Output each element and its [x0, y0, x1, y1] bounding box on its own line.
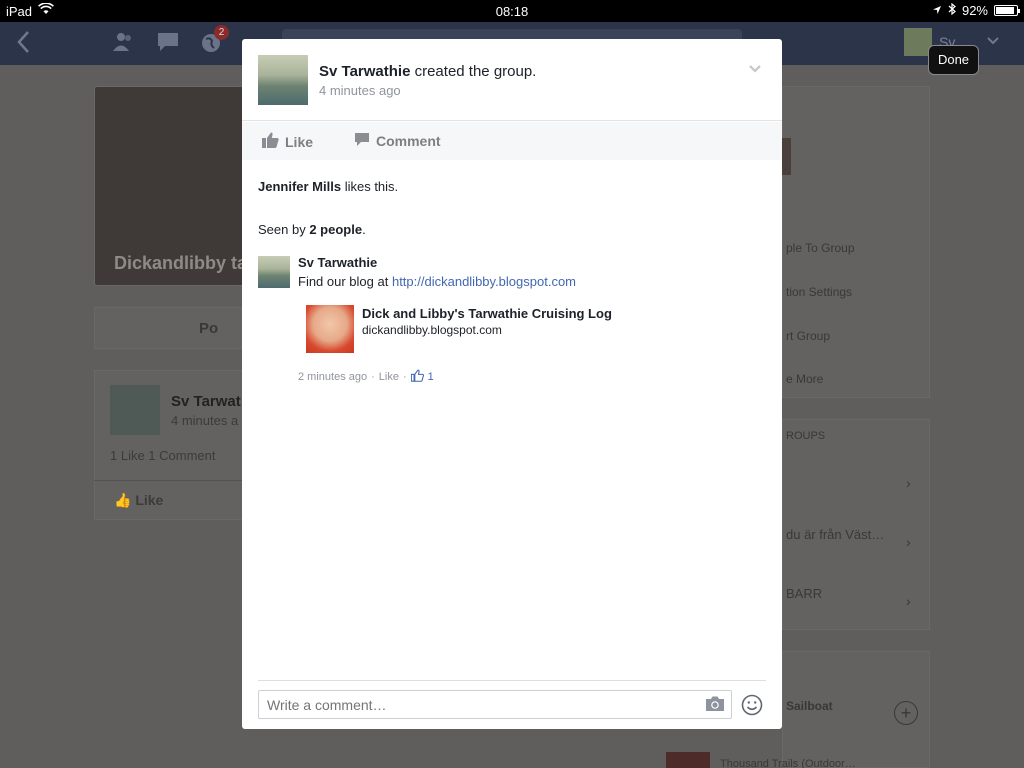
likes-suffix: likes this. — [344, 179, 399, 194]
sidebar-item[interactable]: tion Settings — [786, 285, 852, 299]
suggested-group[interactable]: Thousand Trails (Outdoor… — [720, 758, 856, 768]
author-avatar[interactable] — [258, 55, 308, 105]
clock: 08:18 — [495, 4, 529, 19]
groups-header: ROUPS — [786, 430, 826, 442]
comment-like-count[interactable]: 1 — [428, 371, 434, 383]
status-right: 92% — [932, 2, 1020, 18]
chevron-down-icon[interactable] — [748, 61, 762, 78]
post-action: created the group. — [414, 63, 537, 80]
commenter-name[interactable]: Sv Tarwathie — [298, 255, 377, 270]
post-detail-modal: Sv Tarwathie created the group. 4 minute… — [242, 39, 782, 729]
thumbs-up-icon: 👍 — [114, 492, 132, 508]
feed-counts: 1 Like 1 Comment — [110, 448, 216, 463]
chevron-down-icon[interactable] — [986, 30, 1000, 51]
chevron-right-icon[interactable]: › — [906, 593, 911, 609]
suggested-group-thumb — [666, 752, 710, 768]
status-bar: iPad 08:18 92% — [0, 0, 1024, 22]
chevron-right-icon[interactable]: › — [906, 534, 911, 550]
sidebar-thumb — [782, 138, 791, 175]
comment-time[interactable]: 2 minutes ago — [298, 371, 367, 383]
battery-icon — [994, 5, 1020, 16]
feed-like-label: Like — [135, 492, 164, 508]
comment-icon — [354, 132, 370, 150]
post-label: Po — [199, 320, 219, 337]
comment-text: Find our blog at http://dickandlibby.blo… — [298, 274, 576, 289]
seen-by: Seen by 2 people. — [258, 222, 366, 237]
group-row[interactable]: BARR — [786, 586, 822, 601]
author-name[interactable]: Sv Tarwathie — [319, 63, 410, 80]
back-chevron-icon[interactable] — [16, 30, 30, 61]
bluetooth-icon — [948, 2, 956, 18]
thumbs-up-icon — [262, 132, 279, 151]
sidebar-item[interactable]: rt Group — [786, 329, 830, 343]
divider — [94, 480, 244, 481]
like-button[interactable]: Like — [262, 132, 313, 151]
emoji-icon[interactable] — [741, 694, 763, 721]
comment-text-prefix: Find our blog at — [298, 274, 389, 289]
location-icon — [932, 3, 942, 18]
chevron-right-icon[interactable]: › — [906, 475, 911, 491]
post-header: Sv Tarwathie created the group. 4 minute… — [242, 39, 782, 121]
group-row[interactable]: du är från Väst… — [786, 527, 884, 542]
done-button[interactable]: Done — [928, 45, 979, 75]
like-label: Like — [285, 133, 314, 150]
liker-name[interactable]: Jennifer Mills — [258, 179, 341, 194]
meta-separator: · — [371, 371, 375, 383]
seen-suffix: . — [362, 222, 366, 237]
friend-requests-icon[interactable] — [112, 31, 136, 53]
post-action-bar: Like Comment — [242, 122, 782, 160]
thumbs-up-icon — [410, 369, 424, 385]
suggested-group[interactable]: Sailboat — [786, 699, 833, 713]
comment-input[interactable] — [258, 690, 732, 719]
comment-label: Comment — [376, 133, 441, 149]
likes-summary: Jennifer Mills likes this. — [258, 179, 398, 194]
blog-link[interactable]: http://dickandlibby.blogspot.com — [392, 274, 576, 289]
comment-meta: 2 minutes ago · Like · 1 — [298, 369, 434, 385]
sidebar-item[interactable]: ple To Group — [786, 241, 855, 255]
feed-like-button[interactable]: 👍 Like — [114, 492, 163, 509]
divider — [258, 680, 766, 681]
sidebar-item[interactable]: e More — [786, 372, 823, 386]
seen-prefix: Seen by — [258, 222, 306, 237]
post-button[interactable]: Po — [94, 307, 244, 349]
battery-percent: 92% — [961, 3, 988, 18]
notification-badge: 2 — [214, 25, 229, 40]
attachment-url: dickandlibby.blogspot.com — [362, 323, 502, 337]
camera-icon[interactable] — [705, 695, 725, 717]
feed-avatar — [110, 385, 160, 435]
seen-count[interactable]: 2 people — [309, 222, 362, 237]
messages-icon[interactable] — [156, 31, 180, 53]
feed-author: Sv Tarwat — [171, 393, 241, 410]
commenter-avatar[interactable] — [258, 256, 290, 288]
feed-time: 4 minutes a — [171, 413, 239, 428]
comment-like-link[interactable]: Like — [379, 371, 399, 383]
post-title: Sv Tarwathie created the group. — [319, 63, 536, 80]
attachment-thumbnail[interactable] — [306, 305, 354, 353]
meta-separator: · — [402, 371, 407, 383]
post-time[interactable]: 4 minutes ago — [319, 83, 401, 98]
comment-button[interactable]: Comment — [354, 132, 441, 150]
join-plus-icon[interactable]: + — [894, 701, 918, 725]
attachment-title[interactable]: Dick and Libby's Tarwathie Cruising Log — [362, 306, 612, 321]
group-title: Dickandlibby ta — [114, 253, 248, 273]
